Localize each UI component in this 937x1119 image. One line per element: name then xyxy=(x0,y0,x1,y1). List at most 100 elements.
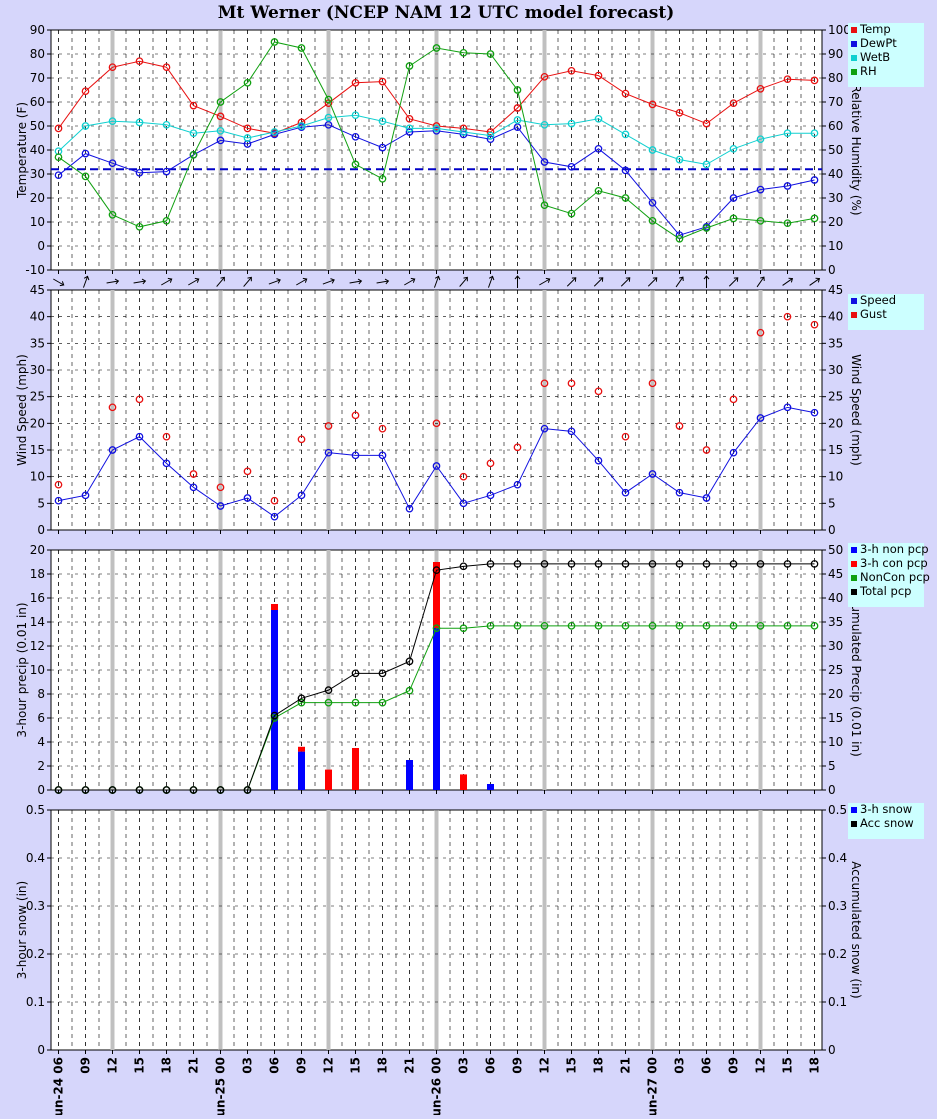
y2-tick-label: 0 xyxy=(828,523,836,537)
x-tick-label: 06 xyxy=(484,1057,498,1074)
x-tick-label: 21 xyxy=(619,1057,633,1074)
y-tick-label: 20 xyxy=(30,191,45,205)
y2-tick-label: 20 xyxy=(828,687,843,701)
y-tick-label: 14 xyxy=(30,615,45,629)
wind-direction-arrow xyxy=(539,277,551,286)
y-tick-label: 0.4 xyxy=(26,851,45,865)
wind-direction-arrow xyxy=(514,275,521,288)
x-axis-labels: Jun-24 06 09 12 15 18 21 Jun-25 00 03 06 09 12 15 18… xyxy=(52,1057,822,1119)
legend-swatch xyxy=(851,575,857,581)
y-tick-label: 45 xyxy=(30,283,45,297)
x-tick-label: 15 xyxy=(565,1057,579,1074)
y2-tick-label: 0 xyxy=(828,1043,836,1057)
bar-non-pcp xyxy=(487,784,494,790)
x-tick-label: Jun-27 00 xyxy=(646,1057,660,1115)
x-tick-label: 06 xyxy=(268,1057,282,1074)
wind-direction-arrow xyxy=(243,276,252,287)
x-tick-label: 21 xyxy=(403,1057,417,1074)
y-tick-label: -10 xyxy=(25,263,45,277)
y2-tick-label: 5 xyxy=(828,759,836,773)
legend-swatch xyxy=(851,312,857,318)
y-tick-label: 12 xyxy=(30,639,45,653)
y2-axis-label: Relative Humidity (%) xyxy=(849,84,863,215)
legend-item: Temp xyxy=(859,22,891,36)
y2-tick-label: 25 xyxy=(828,390,843,404)
y-axis-label: Wind Speed (mph) xyxy=(15,354,29,466)
y2-tick-label: 10 xyxy=(828,239,843,253)
x-tick-label: 18 xyxy=(592,1057,606,1074)
legend-item: DewPt xyxy=(860,36,897,50)
wind-direction-arrow xyxy=(376,278,390,285)
wind-direction-arrow xyxy=(82,275,90,288)
bar-con-pcp xyxy=(460,774,467,790)
y2-tick-label: 40 xyxy=(828,591,843,605)
y-tick-label: 0 xyxy=(37,239,45,253)
y-tick-label: 0.1 xyxy=(26,995,45,1009)
legend-swatch xyxy=(851,807,857,813)
wind-direction-arrow xyxy=(459,276,468,287)
wind-direction-arrow xyxy=(296,277,308,286)
x-tick-label: 18 xyxy=(376,1057,390,1074)
y2-axis-label: Accumulated snow (in) xyxy=(849,861,863,998)
y2-axis-label: Wind Speed (mph) xyxy=(849,354,863,466)
wind-direction-arrow xyxy=(487,275,495,288)
y-tick-label: 10 xyxy=(30,215,45,229)
y2-tick-label: 0 xyxy=(828,783,836,797)
x-tick-label: 15 xyxy=(349,1057,363,1074)
x-tick-label: 12 xyxy=(538,1057,552,1074)
bar-non-pcp xyxy=(271,610,278,790)
y2-tick-label: 40 xyxy=(828,310,843,324)
wind-direction-arrow xyxy=(620,277,631,287)
wind-direction-arrow xyxy=(566,277,577,287)
y2-tick-label: 0.1 xyxy=(828,995,847,1009)
legend: 3-h snowAcc snow xyxy=(848,802,924,839)
y2-tick-label: 0.2 xyxy=(828,947,847,961)
legend-item: Speed xyxy=(860,293,896,307)
legend-item: 3-h snow xyxy=(860,802,912,816)
y-tick-label: 5 xyxy=(37,496,45,510)
y-tick-label: 70 xyxy=(30,71,45,85)
wind-direction-arrow xyxy=(322,278,335,285)
y2-tick-label: 20 xyxy=(828,416,843,430)
y-tick-label: 20 xyxy=(30,543,45,557)
y2-tick-label: 30 xyxy=(828,639,843,653)
wind-direction-arrow xyxy=(675,276,684,288)
y2-tick-label: 5 xyxy=(828,496,836,510)
y2-tick-label: 0.4 xyxy=(828,851,847,865)
y-tick-label: 10 xyxy=(30,663,45,677)
x-tick-label: 15 xyxy=(781,1057,795,1074)
y-tick-label: 90 xyxy=(30,23,45,37)
y2-tick-label: 30 xyxy=(828,363,843,377)
legend-swatch xyxy=(851,41,857,47)
x-tick-label: 12 xyxy=(106,1057,120,1074)
y-tick-label: 0 xyxy=(37,783,45,797)
y2-tick-label: 40 xyxy=(828,167,843,181)
y-tick-label: 10 xyxy=(30,470,45,484)
y-tick-label: 40 xyxy=(30,143,45,157)
wind-direction-arrow xyxy=(703,275,710,288)
wind-direction-arrow xyxy=(433,275,441,288)
wind-direction-arrow xyxy=(161,277,173,286)
panel-snow: 00.10.20.30.40.500.10.20.30.40.53-hour s… xyxy=(15,802,924,1057)
panel-wind: 0 5 10 15 20 25 30 35 40 45 0 5 10 15 20 25 30 35 40 45 Wind… xyxy=(15,283,924,537)
y-tick-label: 0 xyxy=(37,1043,45,1057)
y2-tick-label: 100 xyxy=(828,23,851,37)
y2-tick-label: 0 xyxy=(828,263,836,277)
x-tick-label: Jun-25 00 xyxy=(214,1057,228,1115)
x-tick-label: 21 xyxy=(187,1057,201,1074)
y2-tick-label: 80 xyxy=(828,71,843,85)
x-tick-label: 03 xyxy=(241,1057,255,1074)
wind-direction-arrow xyxy=(756,276,765,288)
wind-direction-arrow xyxy=(728,277,739,287)
legend-swatch xyxy=(851,561,857,567)
legend-swatch xyxy=(851,55,857,61)
x-tick-label: 12 xyxy=(754,1057,768,1074)
x-tick-label: 18 xyxy=(808,1057,822,1074)
bar-non-pcp xyxy=(433,628,440,790)
x-tick-label: 09 xyxy=(295,1057,309,1074)
y2-tick-label: 50 xyxy=(828,143,843,157)
x-tick-label: 06 xyxy=(700,1057,714,1074)
y2-tick-label: 25 xyxy=(828,663,843,677)
wind-direction-arrow xyxy=(349,278,363,285)
wind-direction-arrow xyxy=(133,278,147,285)
